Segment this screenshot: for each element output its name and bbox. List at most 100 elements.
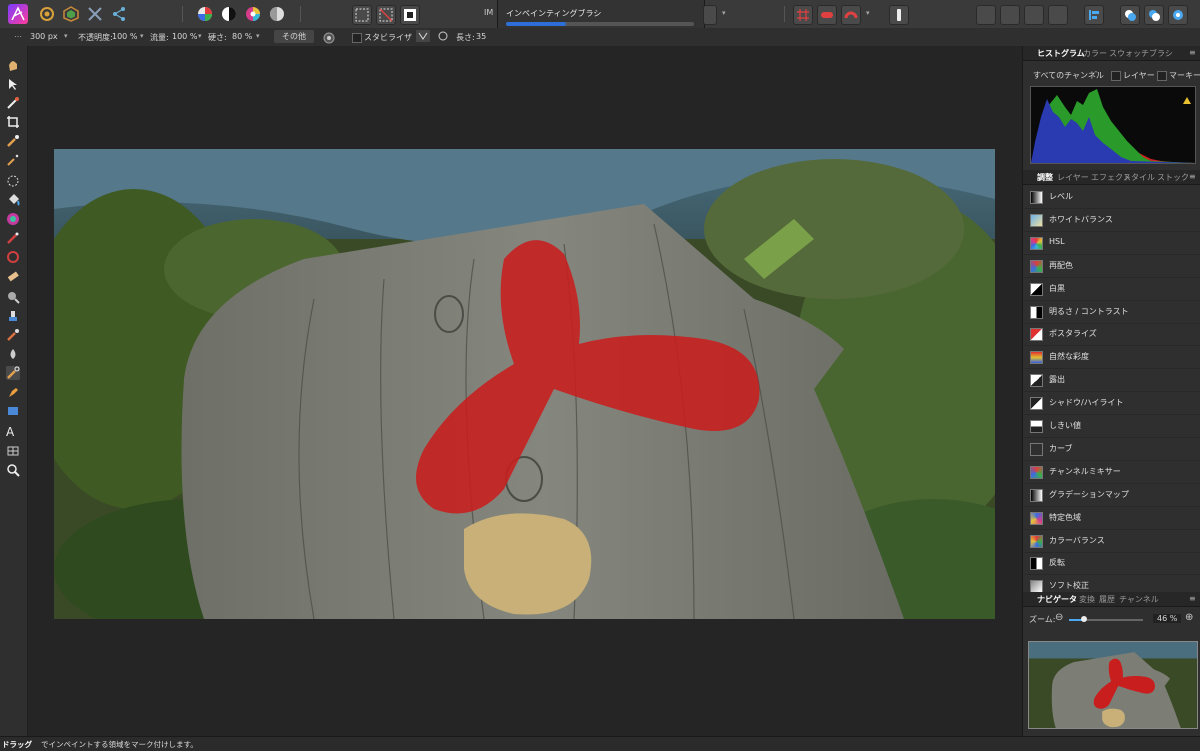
text-tool-icon[interactable]: A [6,425,20,439]
adjustment-item[interactable]: 白黒 [1023,278,1200,301]
length-field[interactable]: 35 [476,32,486,41]
adjustment-item[interactable]: ポスタライズ [1023,323,1200,347]
crop-tool-icon[interactable] [6,115,20,129]
adjustment-item[interactable]: 自然な彩度 [1023,346,1200,370]
paint-brush-tool-icon[interactable] [6,231,20,245]
flow-field[interactable]: 100 % [172,32,197,41]
align-dropdown-icon[interactable] [703,5,717,25]
inpainting-brush-tool-icon[interactable] [6,366,20,380]
zoom-tool-icon[interactable] [6,463,20,477]
opacity-field[interactable]: 100 % [112,32,137,41]
adjustment-item[interactable]: チャンネルミキサー [1023,461,1200,484]
select-all-icon[interactable] [352,5,372,25]
tab-history[interactable]: 履歴 [1099,594,1115,605]
pressure-icon[interactable] [322,32,336,46]
zoom-out-icon[interactable]: ⊖ [1055,612,1063,623]
tab-histogram[interactable]: ヒストグラム [1037,48,1085,59]
adjustment-item[interactable]: ホワイトバランス [1023,209,1200,232]
snapping-toggle-icon[interactable] [817,5,837,25]
color-replacement-tool-icon[interactable] [6,250,20,264]
tab-color[interactable]: カラー [1083,48,1107,59]
zoom-value-field[interactable]: 46 % [1153,614,1182,623]
arrange-back-icon[interactable] [976,5,996,25]
contrast-icon[interactable] [220,5,238,23]
flood-fill-tool-icon[interactable] [6,193,20,207]
zoom-in-icon[interactable]: ⊕ [1185,612,1193,623]
arrange-forward-icon[interactable] [1024,5,1044,25]
clone-tool-icon[interactable] [6,309,20,323]
adjustment-item[interactable]: レベル [1023,186,1200,209]
arrange-backward-icon[interactable] [1000,5,1020,25]
erase-brush-tool-icon[interactable] [6,269,20,283]
boolean-intersect-icon[interactable] [1168,5,1188,25]
arrange-front-icon[interactable] [1048,5,1068,25]
photo-canvas[interactable] [54,149,995,619]
tab-stock[interactable]: ストック [1157,172,1189,183]
panel-menu-icon[interactable]: ≡ [1189,172,1196,181]
pen-tool-icon[interactable] [6,385,20,399]
white-balance-icon[interactable] [268,5,286,23]
adjustment-item[interactable]: HSL [1023,232,1200,255]
color-wheel-icon[interactable] [196,5,214,23]
layer-checkbox[interactable] [1111,71,1121,81]
tab-swatches[interactable]: スウォッチ [1109,48,1149,59]
adjustment-item[interactable]: 露出 [1023,369,1200,393]
marquee-checkbox[interactable] [1157,71,1167,81]
more-button[interactable]: その他 [274,30,314,43]
assistant-icon[interactable] [889,5,909,25]
export-persona-icon[interactable] [110,5,128,23]
stabilizer-checkbox[interactable] [352,33,362,43]
hardness-field[interactable]: 80 % [232,32,252,41]
healing-brush-tool-icon[interactable] [6,328,20,342]
dodge-tool-icon[interactable] [6,290,20,304]
adjustment-item[interactable]: 明るさ / コントラスト [1023,301,1200,324]
window-mode-icon[interactable] [436,30,450,44]
adjustment-item[interactable]: グラデーションマップ [1023,484,1200,507]
rectangle-tool-icon[interactable] [6,404,20,418]
brush-preview-icon[interactable]: ⋯ [14,32,22,41]
selection-brush-tool-icon[interactable] [6,134,20,148]
chevron-down-icon[interactable]: ▾ [140,32,144,40]
liquify-persona-icon[interactable] [62,5,80,23]
develop-persona-icon[interactable] [38,5,56,23]
chevron-down-icon[interactable]: ⌃ [1093,70,1099,78]
chevron-down-icon[interactable]: ▾ [198,32,202,40]
zoom-slider-thumb[interactable] [1081,616,1087,622]
boolean-add-icon[interactable] [1120,5,1140,25]
adjustment-item[interactable]: カラーバランス [1023,530,1200,553]
flood-select-tool-icon[interactable] [6,153,20,167]
boolean-subtract-icon[interactable] [1144,5,1164,25]
hand-tool-icon[interactable] [6,58,20,72]
marquee-tool-icon[interactable] [6,174,20,188]
rope-mode-icon[interactable] [416,30,430,44]
tab-styles[interactable]: スタイル [1123,172,1155,183]
chevron-down-icon[interactable]: ▾ [256,32,260,40]
hsl-wheel-icon[interactable] [244,5,262,23]
canvas-area[interactable] [28,46,1022,736]
chevron-down-icon[interactable]: ▾ [64,32,68,40]
magnet-snap-icon[interactable] [841,5,861,25]
chevron-down-icon[interactable]: ▾ [866,9,870,17]
adjustment-item[interactable]: カーブ [1023,438,1200,461]
grid-snap-icon[interactable] [793,5,813,25]
zoom-slider-track[interactable] [1083,619,1143,621]
deselect-icon[interactable] [376,5,396,25]
navigator-thumbnail[interactable] [1028,641,1198,729]
width-field[interactable]: 300 px [30,32,58,41]
adjustment-item[interactable]: 反転 [1023,552,1200,576]
tab-channels[interactable]: チャンネル [1119,594,1159,605]
panel-menu-icon[interactable]: ≡ [1189,594,1196,603]
affinity-photo-logo-icon[interactable] [8,4,28,24]
align-icon[interactable] [1084,5,1104,25]
chevron-down-icon[interactable]: ▾ [722,9,726,17]
mesh-warp-tool-icon[interactable] [6,444,20,458]
move-tool-icon[interactable] [6,77,20,91]
tab-navigator[interactable]: ナビゲータ [1037,594,1077,605]
color-picker-tool-icon[interactable] [6,96,20,110]
adjustment-item[interactable]: しきい値 [1023,415,1200,438]
tab-adjustments[interactable]: 調整 [1037,172,1053,183]
tone-mapping-persona-icon[interactable] [86,5,104,23]
panel-menu-icon[interactable]: ≡ [1189,48,1196,57]
tab-transform[interactable]: 変換 [1079,594,1095,605]
adjustment-item[interactable]: シャドウ/ハイライト [1023,392,1200,416]
